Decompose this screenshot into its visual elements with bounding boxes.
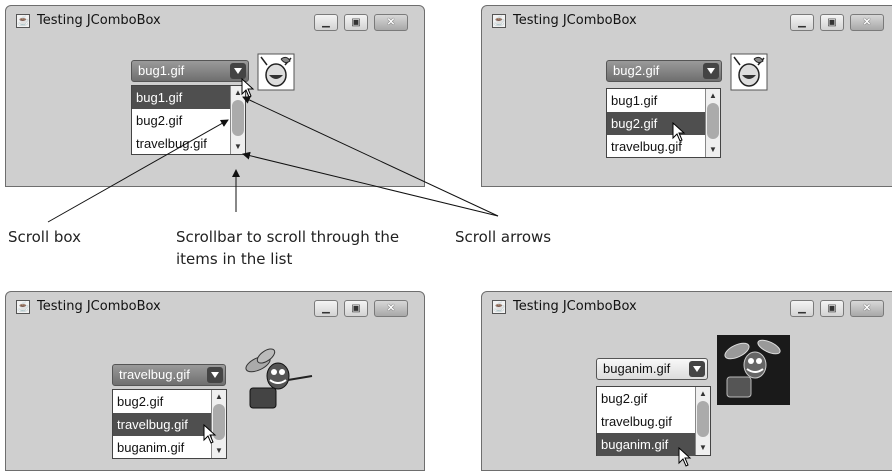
scroll-box[interactable]	[697, 401, 709, 437]
close-button[interactable]: ✕	[374, 300, 408, 317]
list-item[interactable]: bug2.gif	[113, 390, 211, 413]
buganim-image-icon	[717, 335, 790, 405]
close-button[interactable]: ✕	[374, 14, 408, 31]
window-top-right: ☕ Testing JComboBox ▁ ▣ ✕ bug2.gif bug1.…	[481, 5, 892, 187]
combo-box[interactable]: bug1.gif	[131, 60, 249, 82]
list-item[interactable]: travelbug.gif	[132, 132, 230, 155]
minimize-button[interactable]: ▁	[790, 14, 814, 31]
minimize-button[interactable]: ▁	[314, 14, 338, 31]
scroll-down-arrow-icon[interactable]: ▼	[706, 143, 720, 157]
combo-dropdown-arrow-icon[interactable]	[230, 63, 246, 79]
list-item[interactable]: travelbug.gif	[113, 413, 211, 436]
callout-scroll-arrows: Scroll arrows	[455, 228, 552, 246]
list-item[interactable]: travelbug.gif	[597, 410, 695, 433]
dropdown-list[interactable]: bug1.gif bug2.gif travelbug.gif ▲ ▼	[131, 85, 246, 155]
callout-scroll-box: Scroll box	[8, 228, 82, 246]
dropdown-list[interactable]: bug1.gif bug2.gif travelbug.gif ▲ ▼	[606, 88, 721, 158]
scrollbar[interactable]: ▲ ▼	[695, 387, 710, 455]
window-title: Testing JComboBox	[513, 299, 637, 314]
mouse-pointer-icon	[678, 447, 692, 467]
window-title: Testing JComboBox	[37, 299, 161, 314]
scroll-down-arrow-icon[interactable]: ▼	[212, 444, 226, 458]
java-app-icon: ☕	[16, 300, 30, 314]
title-bar: ☕ Testing JComboBox ▁ ▣ ✕	[6, 6, 424, 36]
scrollbar[interactable]: ▲ ▼	[705, 89, 720, 157]
minimize-button[interactable]: ▁	[790, 300, 814, 317]
list-item[interactable]: bug2.gif	[132, 109, 230, 132]
maximize-button[interactable]: ▣	[820, 14, 844, 31]
bug1-image-icon	[257, 53, 295, 91]
java-app-icon: ☕	[16, 14, 30, 28]
close-button[interactable]: ✕	[850, 14, 884, 31]
list-item[interactable]: buganim.gif	[113, 436, 211, 459]
list-item[interactable]: bug1.gif	[607, 89, 705, 112]
callout-scrollbar-line1: Scrollbar to scroll through the	[176, 228, 400, 246]
title-bar: ☕ Testing JComboBox ▁ ▣ ✕	[482, 6, 892, 36]
maximize-button[interactable]: ▣	[344, 14, 368, 31]
callout-scrollbar: Scrollbar to scroll through the items in…	[176, 226, 399, 270]
mouse-pointer-icon	[241, 78, 255, 98]
window-title: Testing JComboBox	[513, 13, 637, 28]
title-bar: ☕ Testing JComboBox ▁ ▣ ✕	[482, 292, 892, 322]
combo-selected-value: bug1.gif	[138, 63, 185, 78]
scroll-down-arrow-icon[interactable]: ▼	[231, 140, 245, 154]
combo-box[interactable]: bug2.gif	[606, 60, 722, 82]
window-bottom-left: ☕ Testing JComboBox ▁ ▣ ✕ travelbug.gif …	[5, 291, 425, 471]
dropdown-list[interactable]: bug2.gif travelbug.gif buganim.gif ▲ ▼	[596, 386, 711, 456]
combo-box[interactable]: travelbug.gif	[112, 364, 226, 386]
combo-dropdown-arrow-icon[interactable]	[689, 361, 705, 377]
scroll-up-arrow-icon[interactable]: ▲	[706, 89, 720, 103]
bug2-image-icon	[730, 53, 768, 91]
combo-dropdown-arrow-icon[interactable]	[207, 367, 223, 383]
scroll-box[interactable]	[707, 103, 719, 139]
list-item[interactable]: travelbug.gif	[607, 135, 705, 158]
scroll-box[interactable]	[232, 100, 244, 136]
scroll-up-arrow-icon[interactable]: ▲	[212, 390, 226, 404]
scroll-up-arrow-icon[interactable]: ▲	[696, 387, 710, 401]
maximize-button[interactable]: ▣	[820, 300, 844, 317]
combo-selected-value: bug2.gif	[613, 63, 660, 78]
combo-selected-value: buganim.gif	[603, 361, 671, 376]
window-bottom-right: ☕ Testing JComboBox ▁ ▣ ✕ buganim.gif bu…	[481, 291, 892, 471]
close-button[interactable]: ✕	[850, 300, 884, 317]
callout-scrollbar-line2: items in the list	[176, 250, 293, 268]
combo-selected-value: travelbug.gif	[119, 367, 190, 382]
list-item[interactable]: bug2.gif	[597, 387, 695, 410]
combo-dropdown-arrow-icon[interactable]	[703, 63, 719, 79]
combo-box[interactable]: buganim.gif	[596, 358, 708, 380]
java-app-icon: ☕	[492, 14, 506, 28]
minimize-button[interactable]: ▁	[314, 300, 338, 317]
mouse-pointer-icon	[672, 122, 686, 142]
window-top-left: ☕ Testing JComboBox ▁ ▣ ✕ bug1.gif bug1.…	[5, 5, 425, 187]
title-bar: ☕ Testing JComboBox ▁ ▣ ✕	[6, 292, 424, 322]
travelbug-image-icon	[245, 348, 313, 409]
list-item[interactable]: bug1.gif	[132, 86, 230, 109]
scroll-down-arrow-icon[interactable]: ▼	[696, 441, 710, 455]
mouse-pointer-icon	[203, 424, 217, 444]
maximize-button[interactable]: ▣	[344, 300, 368, 317]
list-item[interactable]: bug2.gif	[607, 112, 705, 135]
window-title: Testing JComboBox	[37, 13, 161, 28]
java-app-icon: ☕	[492, 300, 506, 314]
